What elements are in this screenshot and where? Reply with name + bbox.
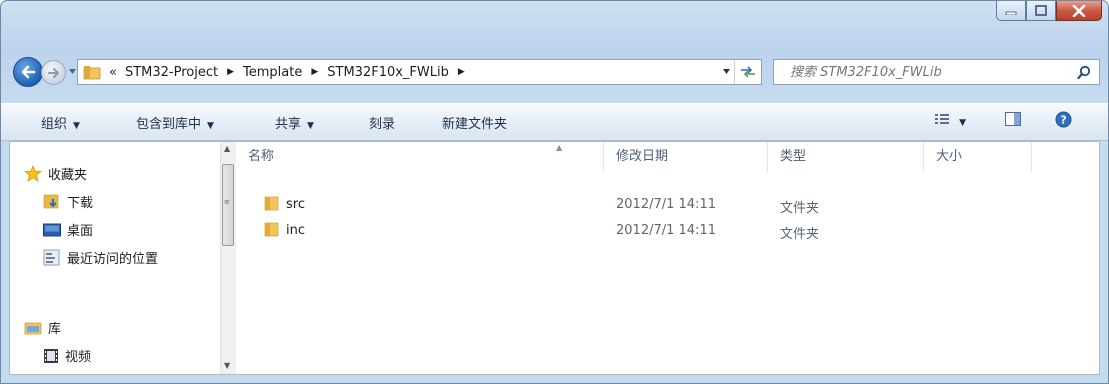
folder-icon — [83, 66, 101, 80]
nav-recent-places-label: 最近访问的位置 — [67, 252, 159, 267]
search-box — [773, 59, 1100, 85]
share-label: 共享 — [275, 117, 302, 132]
column-name-label: 名称 — [248, 149, 275, 164]
table-row[interactable]: inc 2012/7/1 14:11 文件夹 — [236, 218, 1096, 242]
content-area: 收藏夹 下载 桌面 最近访问的位置 库 视频 ▲ ≡ ▼ 名称 ▲ 修改日期 类… — [9, 141, 1100, 375]
scroll-grip-icon: ≡ — [224, 198, 230, 206]
nav-desktop[interactable]: 桌面 — [43, 220, 93, 239]
folder-icon — [264, 196, 279, 211]
scroll-down-icon[interactable]: ▼ — [224, 361, 230, 370]
navigation-pane: 收藏夹 下载 桌面 最近访问的位置 库 视频 — [10, 142, 220, 374]
search-input[interactable] — [788, 64, 1052, 81]
crumb-separator-icon[interactable]: ▶ — [227, 67, 234, 77]
nav-favorites-label: 收藏夹 — [48, 168, 88, 183]
caption-buttons — [996, 1, 1102, 23]
preview-pane-button[interactable] — [1005, 112, 1021, 130]
file-type: 文件夹 — [780, 201, 820, 216]
file-name: inc — [286, 223, 305, 238]
table-row[interactable]: src 2012/7/1 14:11 文件夹 — [236, 192, 1096, 216]
close-icon — [1072, 4, 1086, 17]
crumb-stm32f10x-fwlib[interactable]: STM32F10x_FWLib — [327, 65, 449, 80]
address-overflow[interactable]: « — [109, 65, 117, 80]
dropdown-icon: ▼ — [307, 121, 314, 131]
view-details-icon — [935, 114, 949, 124]
crumb-template[interactable]: Template — [243, 65, 302, 80]
maximize-button[interactable] — [1026, 1, 1056, 21]
nav-desktop-label: 桌面 — [67, 224, 94, 239]
nav-downloads-label: 下载 — [67, 196, 94, 211]
new-folder-label: 新建文件夹 — [442, 117, 508, 132]
crumb-separator-icon[interactable]: ▶ — [311, 67, 318, 77]
nav-libraries[interactable]: 库 — [24, 318, 61, 337]
column-date-modified[interactable]: 修改日期 — [604, 142, 768, 172]
address-dropdown-icon[interactable] — [722, 68, 731, 76]
column-type-label: 类型 — [780, 149, 807, 164]
dropdown-icon: ▼ — [959, 118, 967, 128]
file-type: 文件夹 — [780, 227, 820, 242]
include-in-library-label: 包含到库中 — [136, 117, 202, 132]
burn-label: 刻录 — [369, 117, 396, 132]
organize-menu[interactable]: 组织 ▼ — [41, 113, 80, 132]
help-icon: ? — [1055, 111, 1072, 128]
include-in-library-menu[interactable]: 包含到库中 ▼ — [136, 113, 214, 132]
file-date: 2012/7/1 14:11 — [616, 223, 716, 238]
desktop-icon — [43, 223, 61, 237]
explorer-window: « STM32-Project ▶ Template ▶ STM32F10x_F… — [0, 0, 1109, 384]
recent-pages-dropdown-icon[interactable] — [68, 67, 77, 76]
folder-icon — [264, 222, 279, 237]
scroll-up-icon[interactable]: ▲ — [224, 144, 230, 153]
command-bar: 组织 ▼ 包含到库中 ▼ 共享 ▼ 刻录 新建文件夹 ▼ ? — [1, 103, 1108, 141]
share-menu[interactable]: 共享 ▼ — [275, 113, 314, 132]
nav-favorites[interactable]: 收藏夹 — [24, 164, 87, 183]
sort-ascending-icon: ▲ — [556, 143, 563, 152]
forward-button[interactable] — [41, 60, 66, 85]
nav-recent-places[interactable]: 最近访问的位置 — [43, 248, 158, 267]
address-bar[interactable]: « STM32-Project ▶ Template ▶ STM32F10x_F… — [77, 59, 762, 85]
star-icon — [24, 165, 42, 182]
crumb-stm32-project[interactable]: STM32-Project — [125, 65, 218, 80]
nav-videos[interactable]: 视频 — [43, 346, 91, 365]
search-icon[interactable] — [1077, 65, 1091, 80]
file-list: 名称 ▲ 修改日期 类型 大小 src 2012/7/1 14:11 文件夹 i… — [236, 142, 1099, 374]
nav-downloads[interactable]: 下载 — [43, 192, 93, 211]
column-name[interactable]: 名称 — [236, 142, 604, 172]
column-size[interactable]: 大小 — [924, 142, 1032, 172]
new-folder-button[interactable]: 新建文件夹 — [442, 113, 507, 132]
navigation-scrollbar[interactable]: ▲ ≡ ▼ — [220, 142, 236, 374]
crumb-separator-icon[interactable]: ▶ — [458, 67, 465, 77]
refresh-icon — [741, 66, 755, 78]
navigation-bar: « STM32-Project ▶ Template ▶ STM32F10x_F… — [13, 57, 1100, 87]
burn-button[interactable]: 刻录 — [369, 113, 395, 132]
organize-label: 组织 — [41, 117, 68, 132]
nav-libraries-label: 库 — [48, 322, 62, 337]
dropdown-icon: ▼ — [73, 121, 80, 131]
column-headers: 名称 ▲ 修改日期 类型 大小 — [236, 142, 1099, 172]
downloads-folder-icon — [43, 194, 59, 209]
minimize-button[interactable] — [996, 1, 1026, 21]
back-arrow-icon — [21, 65, 36, 79]
nav-videos-label: 视频 — [65, 350, 92, 365]
minimize-icon — [1005, 11, 1017, 15]
column-date-label: 修改日期 — [616, 149, 669, 164]
column-type[interactable]: 类型 — [768, 142, 924, 172]
svg-text:?: ? — [1060, 114, 1066, 127]
maximize-icon — [1035, 5, 1047, 16]
videos-icon — [44, 348, 58, 363]
recent-places-icon — [43, 249, 60, 266]
refresh-button[interactable] — [734, 60, 761, 84]
change-view-button[interactable]: ▼ — [935, 113, 966, 129]
help-button[interactable]: ? — [1055, 111, 1072, 132]
preview-pane-icon — [1005, 112, 1021, 126]
close-button[interactable] — [1056, 1, 1102, 21]
libraries-icon — [24, 322, 42, 334]
dropdown-icon: ▼ — [207, 121, 214, 131]
file-name: src — [286, 197, 305, 212]
back-button[interactable] — [13, 57, 43, 87]
forward-arrow-icon — [47, 67, 59, 78]
file-date: 2012/7/1 14:11 — [616, 197, 716, 212]
column-size-label: 大小 — [936, 149, 963, 164]
